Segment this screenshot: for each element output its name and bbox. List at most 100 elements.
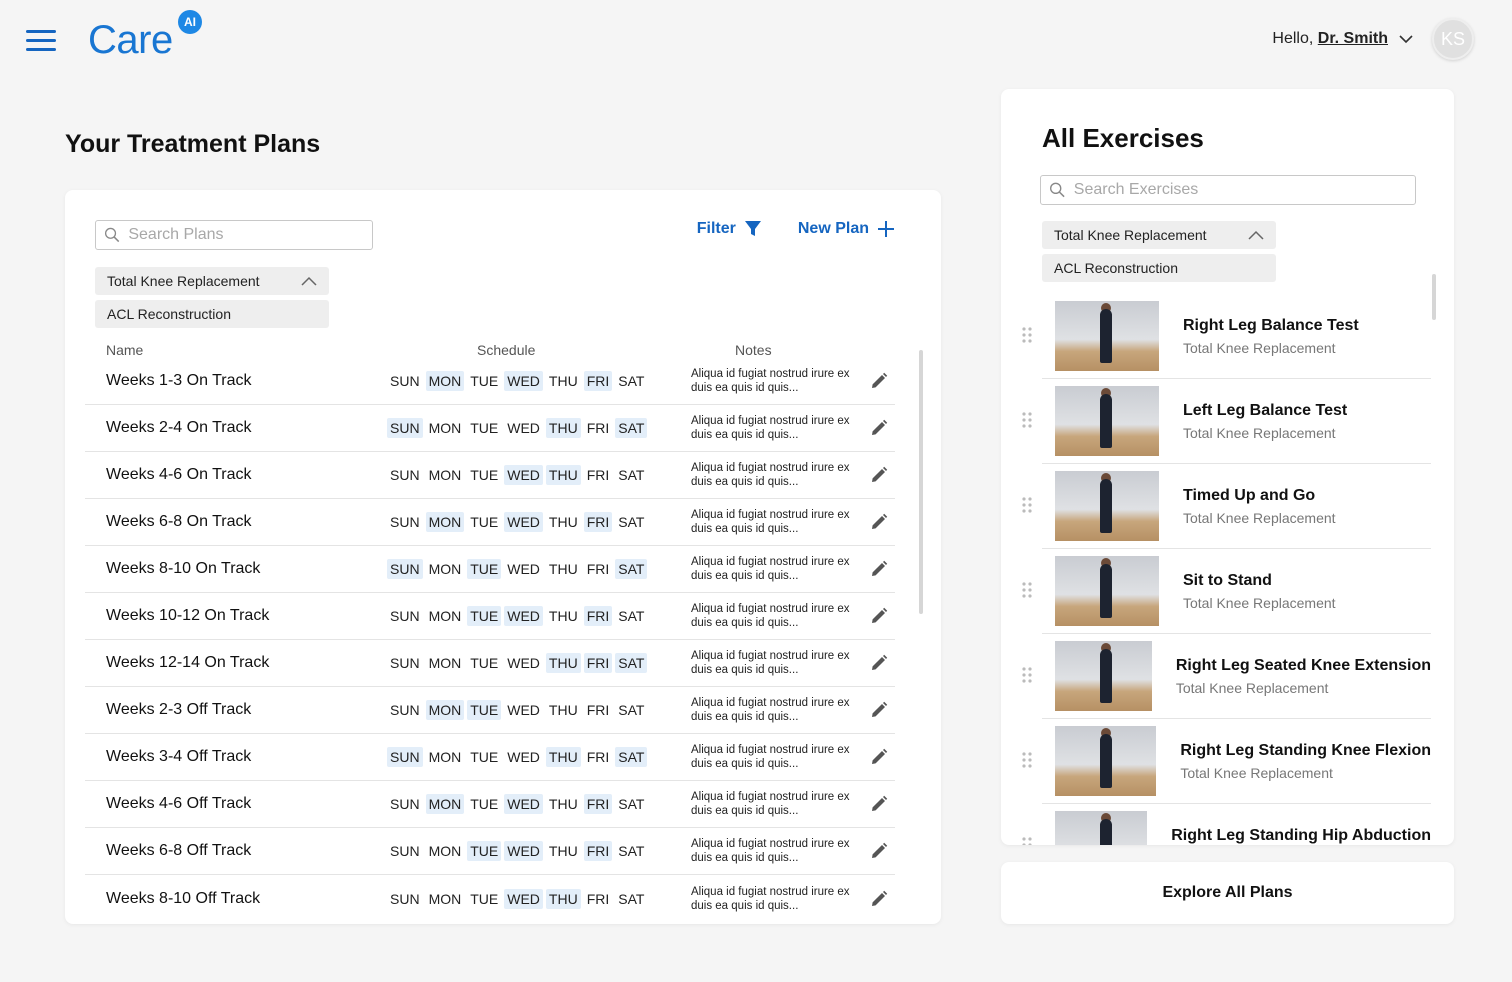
drag-handle-icon[interactable] bbox=[1022, 497, 1032, 513]
filter-icon bbox=[744, 221, 761, 236]
drag-handle-icon[interactable] bbox=[1022, 667, 1032, 683]
day-tue: TUE bbox=[470, 467, 499, 483]
explore-all-plans-button[interactable]: Explore All Plans bbox=[1001, 862, 1454, 924]
table-row[interactable]: Weeks 4-6 On Track SUN MON TUE WED THU FRI SAT A… bbox=[85, 452, 895, 499]
filter-label: Filter bbox=[696, 220, 736, 237]
drag-handle-icon[interactable] bbox=[1022, 752, 1032, 768]
plan-name[interactable]: Weeks 6-8 On Track bbox=[106, 513, 252, 531]
plan-name[interactable]: Weeks 2-3 Off Track bbox=[106, 701, 251, 719]
table-row[interactable]: Weeks 12-14 On Track SUN MON TUE WED THU FRI SA… bbox=[85, 640, 895, 687]
exercise-thumbnail[interactable] bbox=[1055, 471, 1159, 541]
edit-pencil-icon[interactable] bbox=[869, 700, 889, 720]
schedule-days: SUN MON TUE WED THU FRI SAT bbox=[387, 465, 650, 485]
schedule-days: SUN MON TUE WED THU FRI SAT bbox=[387, 841, 650, 861]
plan-name[interactable]: Weeks 1-3 On Track bbox=[106, 372, 252, 390]
edit-pencil-icon[interactable] bbox=[869, 559, 889, 579]
exercise-item[interactable]: Sit to Stand Total Knee Replacement bbox=[1022, 549, 1431, 634]
edit-pencil-icon[interactable] bbox=[869, 371, 889, 391]
logo[interactable]: Care AI bbox=[88, 10, 202, 62]
edit-pencil-icon[interactable] bbox=[869, 841, 889, 861]
day-thu: THU bbox=[545, 653, 581, 673]
exercise-item[interactable]: Right Leg Standing Knee Flexion Total Kne… bbox=[1022, 719, 1431, 804]
plan-name[interactable]: Weeks 6-8 Off Track bbox=[106, 842, 251, 860]
plan-name[interactable]: Weeks 3-4 Off Track bbox=[106, 748, 251, 766]
edit-pencil-icon[interactable] bbox=[869, 418, 889, 438]
plan-search-input[interactable] bbox=[128, 226, 372, 244]
search-icon bbox=[1050, 182, 1065, 198]
exercise-thumbnail[interactable] bbox=[1055, 386, 1159, 456]
day-sun: SUN bbox=[390, 608, 420, 624]
plan-search[interactable] bbox=[95, 220, 373, 250]
exercise-thumbnail[interactable] bbox=[1055, 726, 1157, 796]
new-plan-button[interactable]: New Plan bbox=[798, 220, 895, 238]
schedule-days: SUN MON TUE WED THU FRI SAT bbox=[387, 371, 650, 391]
edit-pencil-icon[interactable] bbox=[869, 465, 889, 485]
exercise-item[interactable]: Right Leg Standing Hip AbductionTotal Kn… bbox=[1022, 804, 1431, 845]
exercise-search[interactable] bbox=[1040, 175, 1416, 205]
edit-pencil-icon[interactable] bbox=[869, 512, 889, 532]
edit-pencil-icon[interactable] bbox=[869, 794, 889, 814]
plan-name[interactable]: Weeks 2-4 On Track bbox=[106, 419, 252, 437]
column-header-schedule[interactable]: Schedule bbox=[477, 342, 535, 358]
chip-total-knee[interactable]: Total Knee Replacement bbox=[1042, 221, 1276, 249]
plans-scrollbar[interactable] bbox=[919, 350, 923, 614]
drag-handle-icon[interactable] bbox=[1022, 837, 1032, 845]
table-row[interactable]: Weeks 6-8 Off Track SUN MON TUE WED THU FRI SAT… bbox=[85, 828, 895, 875]
exercise-item[interactable]: Right Leg Seated Knee Extension Total Kne… bbox=[1022, 634, 1431, 719]
table-row[interactable]: Weeks 1-3 On Track SUN MON TUE WED THU FRI SAT A… bbox=[85, 358, 895, 405]
day-sun: SUN bbox=[390, 467, 420, 483]
exercise-name: Right Leg Balance Test bbox=[1183, 316, 1359, 334]
exercise-thumbnail[interactable] bbox=[1055, 301, 1159, 371]
column-header-name[interactable]: Name bbox=[106, 342, 143, 358]
exercise-item[interactable]: Right Leg Balance Test Total Knee Replace… bbox=[1022, 294, 1431, 379]
day-tue: TUE bbox=[470, 420, 499, 436]
plan-name[interactable]: Weeks 4-6 Off Track bbox=[106, 795, 251, 813]
day-sun: SUN bbox=[390, 702, 420, 718]
day-tue: TUE bbox=[470, 655, 499, 671]
hamburger-menu-icon[interactable] bbox=[26, 30, 56, 52]
edit-pencil-icon[interactable] bbox=[869, 606, 889, 626]
edit-pencil-icon[interactable] bbox=[869, 747, 889, 767]
exercise-thumbnail[interactable] bbox=[1055, 641, 1152, 711]
table-row[interactable]: Weeks 4-6 Off Track SUN MON TUE WED THU FRI SAT… bbox=[85, 781, 895, 828]
plan-name[interactable]: Weeks 10-12 On Track bbox=[106, 607, 269, 625]
exercise-item[interactable]: Timed Up and Go Total Knee Replacement bbox=[1022, 464, 1431, 549]
drag-handle-icon[interactable] bbox=[1022, 582, 1032, 598]
edit-pencil-icon[interactable] bbox=[869, 653, 889, 673]
table-row[interactable]: Weeks 2-3 Off Track SUN MON TUE WED THU FRI SAT… bbox=[85, 687, 895, 734]
chevron-up-icon[interactable] bbox=[1248, 230, 1264, 240]
table-row[interactable]: Weeks 8-10 Off Track SUN MON TUE WED THU FRI SA… bbox=[85, 875, 895, 922]
plan-name[interactable]: Weeks 8-10 On Track bbox=[106, 560, 260, 578]
filter-button[interactable]: Filter bbox=[697, 220, 762, 238]
table-row[interactable]: Weeks 6-8 On Track SUN MON TUE WED THU FRI SAT A… bbox=[85, 499, 895, 546]
user-menu[interactable]: Hello, Dr. Smith KS bbox=[1272, 18, 1474, 60]
avatar[interactable]: KS bbox=[1432, 18, 1474, 60]
plan-name[interactable]: Weeks 4-6 On Track bbox=[106, 466, 252, 484]
chevron-down-icon[interactable] bbox=[1398, 31, 1414, 47]
exercise-scrollbar[interactable] bbox=[1432, 274, 1436, 320]
exercise-thumbnail[interactable] bbox=[1055, 811, 1148, 845]
edit-pencil-icon[interactable] bbox=[869, 889, 889, 909]
column-header-notes[interactable]: Notes bbox=[735, 342, 772, 358]
chevron-up-icon[interactable] bbox=[301, 276, 317, 286]
drag-handle-icon[interactable] bbox=[1022, 412, 1032, 428]
exercise-search-input[interactable] bbox=[1073, 181, 1415, 199]
table-row[interactable]: Weeks 8-10 On Track SUN MON TUE WED THU FRI SAT… bbox=[85, 546, 895, 593]
drag-handle-icon[interactable] bbox=[1022, 327, 1032, 343]
exercise-name: Timed Up and Go bbox=[1183, 486, 1316, 504]
user-name-link[interactable]: Dr. Smith bbox=[1318, 30, 1388, 47]
chip-acl[interactable]: ACL Reconstruction bbox=[95, 300, 329, 328]
chip-acl[interactable]: ACL Reconstruction bbox=[1042, 254, 1276, 282]
day-mon: MON bbox=[428, 843, 462, 859]
plan-name[interactable]: Weeks 8-10 Off Track bbox=[106, 890, 260, 908]
day-sat: SAT bbox=[618, 702, 645, 718]
exercise-thumbnail[interactable] bbox=[1055, 556, 1159, 626]
day-tue: TUE bbox=[470, 373, 499, 389]
exercise-item[interactable]: Left Leg Balance Test Total Knee Replacem… bbox=[1022, 379, 1431, 464]
day-sun: SUN bbox=[390, 514, 420, 530]
table-row[interactable]: Weeks 3-4 Off Track SUN MON TUE WED THU FRI SAT… bbox=[85, 734, 895, 781]
plan-name[interactable]: Weeks 12-14 On Track bbox=[106, 654, 269, 672]
table-row[interactable]: Weeks 10-12 On Track SUN MON TUE WED THU FRI SA… bbox=[85, 593, 895, 640]
chip-total-knee[interactable]: Total Knee Replacement bbox=[95, 267, 329, 295]
table-row[interactable]: Weeks 2-4 On Track SUN MON TUE WED THU FRI SAT A… bbox=[85, 405, 895, 452]
